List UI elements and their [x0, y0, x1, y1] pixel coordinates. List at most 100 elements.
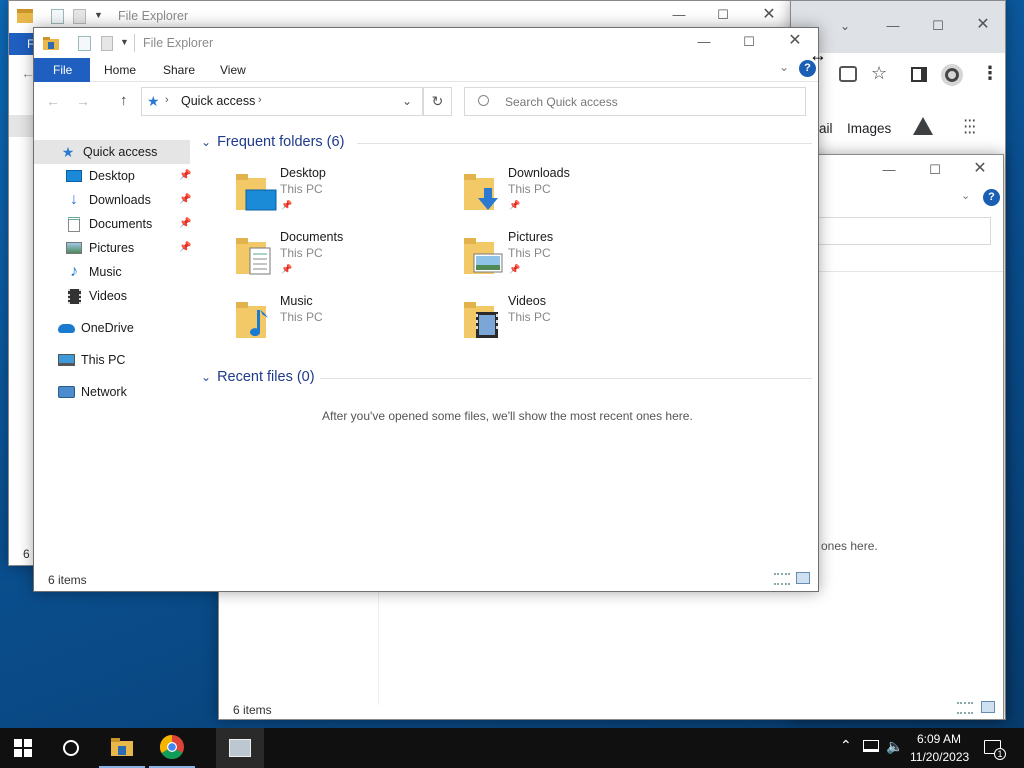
show-hidden-icons-chevron[interactable]: ⌃	[840, 737, 852, 754]
images-link[interactable]: Images	[847, 121, 891, 136]
breadcrumb-separator-icon[interactable]: ›	[165, 94, 169, 106]
help-icon[interactable]: ?	[983, 189, 1000, 206]
sidebar-item-quick-access[interactable]: ★ Quick access	[59, 141, 158, 163]
chevron-down-icon[interactable]: ⌄	[831, 17, 859, 35]
folder-name: Music	[280, 294, 313, 308]
apps-grid-icon[interactable]: ⋅⋅⋅ ⋅⋅⋅ ⋅⋅⋅	[963, 114, 976, 142]
folder-tile-music[interactable]: Music This PC	[234, 294, 454, 352]
folder-tile-documents[interactable]: Documents This PC 📌	[234, 230, 454, 288]
address-history-chevron-icon[interactable]: ⌄	[402, 94, 412, 108]
maximize-button[interactable]: ☐	[709, 6, 737, 24]
maximize-button[interactable]: ☐	[924, 17, 952, 35]
sidebar-item-network[interactable]: Network	[57, 381, 127, 403]
pin-icon[interactable]: 📌	[179, 213, 191, 229]
close-button[interactable]: ✕	[755, 6, 783, 24]
pin-icon[interactable]: 📌	[179, 165, 191, 181]
tab-view[interactable]: View	[210, 58, 256, 82]
minimize-button[interactable]: —	[875, 161, 903, 179]
sidebar-item-this-pc[interactable]: This PC	[57, 349, 125, 371]
large-icons-view-icon[interactable]	[981, 701, 995, 713]
close-button[interactable]: ✕	[969, 16, 997, 34]
main-file-explorer-window[interactable]: ▼ File Explorer — ☐ ✕ File Home Share Vi…	[33, 27, 819, 592]
frequent-folders-header[interactable]: ⌄ Frequent folders (6)	[201, 134, 344, 150]
gmail-link[interactable]: ail	[819, 121, 833, 136]
quick-access-toolbar-chevron-icon[interactable]: ▼	[120, 37, 129, 47]
volume-muted-icon[interactable]: 🔈	[886, 738, 903, 755]
search-button[interactable]	[48, 728, 94, 768]
forward-arrow-icon[interactable]: →	[76, 93, 90, 109]
middle-window-search-box[interactable]	[819, 217, 991, 245]
pin-icon[interactable]: 📌	[281, 264, 292, 275]
up-arrow-icon[interactable]: ↑	[120, 92, 128, 109]
documents-folder-icon	[234, 234, 278, 278]
maximize-button[interactable]: ☐	[921, 161, 949, 179]
taskbar-file-explorer[interactable]	[99, 728, 145, 768]
tab-share[interactable]: Share	[153, 58, 205, 82]
chevron-down-icon[interactable]: ▼	[94, 10, 103, 20]
network-status-icon[interactable]	[863, 740, 879, 752]
sidebar-item-desktop[interactable]: Desktop 📌	[65, 165, 191, 187]
minimize-button[interactable]: —	[690, 33, 718, 51]
share-icon[interactable]	[839, 66, 857, 82]
sidebar-item-label: This PC	[81, 353, 126, 367]
sidebar-item-onedrive[interactable]: OneDrive	[57, 317, 134, 339]
large-icons-view-icon[interactable]	[796, 572, 810, 584]
pin-icon[interactable]: 📌	[509, 200, 520, 211]
ribbon-expand-chevron-icon[interactable]: ⌄	[961, 189, 970, 202]
clock-date[interactable]: 11/20/2023	[910, 750, 969, 764]
divider	[819, 271, 1003, 272]
properties-icon[interactable]	[78, 36, 91, 51]
back-window-file-tab[interactable]: F	[9, 33, 35, 55]
minimize-button[interactable]: —	[879, 17, 907, 35]
sidebar-item-documents[interactable]: Documents 📌	[65, 213, 191, 235]
ribbon-expand-chevron-icon[interactable]: ⌄	[779, 60, 789, 74]
new-folder-icon[interactable]	[101, 36, 113, 51]
taskbar-chrome[interactable]	[149, 728, 195, 768]
profile-avatar-icon[interactable]	[941, 64, 963, 86]
refresh-button[interactable]: ↻	[423, 87, 452, 116]
minimize-button[interactable]: —	[665, 6, 693, 24]
sidebar-item-videos[interactable]: Videos	[65, 285, 127, 307]
breadcrumb-separator-icon[interactable]: ›	[258, 94, 262, 106]
search-icon	[63, 740, 79, 756]
folder-tile-desktop[interactable]: Desktop This PC 📌	[234, 166, 454, 224]
bookmark-star-icon[interactable]: ☆	[871, 63, 887, 84]
folder-name: Videos	[508, 294, 546, 308]
breadcrumb-quick-access[interactable]: Quick access	[181, 94, 255, 108]
labs-flask-icon[interactable]	[913, 117, 933, 135]
side-panel-icon[interactable]	[911, 67, 927, 82]
sidebar-item-label: Downloads	[89, 193, 151, 207]
close-button[interactable]: ✕	[781, 32, 809, 50]
start-button[interactable]	[0, 728, 46, 768]
clock-time[interactable]: 6:09 AM	[917, 732, 961, 746]
sidebar-item-pictures[interactable]: Pictures 📌	[65, 237, 191, 259]
music-folder-icon	[234, 298, 278, 342]
content-pane: ⌄ Frequent folders (6) Desktop This PC 📌…	[192, 130, 818, 570]
tab-home[interactable]: Home	[94, 58, 146, 82]
pin-icon[interactable]: 📌	[281, 200, 292, 211]
sidebar-item-music[interactable]: ♪ Music	[65, 261, 122, 283]
taskbar-app[interactable]	[216, 728, 264, 768]
recent-files-header[interactable]: ⌄ Recent files (0)	[201, 369, 315, 385]
folder-tile-videos[interactable]: Videos This PC	[462, 294, 682, 352]
more-menu-icon[interactable]: ⋮	[981, 63, 999, 84]
search-input[interactable]: Search Quick access	[505, 95, 618, 109]
titlebar[interactable]: ▼ File Explorer — ☐ ✕	[34, 28, 818, 58]
pin-icon[interactable]: 📌	[179, 189, 191, 205]
pin-icon[interactable]: 📌	[509, 264, 520, 275]
onedrive-cloud-icon	[57, 319, 75, 337]
tab-file[interactable]: File	[34, 58, 90, 82]
details-view-icon[interactable]	[774, 573, 790, 585]
close-button[interactable]: ✕	[966, 160, 994, 178]
search-box[interactable]: Search Quick access	[464, 87, 806, 116]
sidebar-item-label: Desktop	[89, 169, 135, 183]
back-window-selected-nav	[9, 115, 35, 137]
folder-tile-pictures[interactable]: Pictures This PC 📌	[462, 230, 682, 288]
sidebar-item-downloads[interactable]: ↓ Downloads 📌	[65, 189, 191, 211]
pin-icon[interactable]: 📌	[179, 237, 191, 253]
address-bar[interactable]: ★ › Quick access › ⌄	[141, 87, 423, 116]
folder-tile-downloads[interactable]: Downloads This PC 📌	[462, 166, 682, 224]
details-view-icon[interactable]	[957, 702, 973, 714]
back-arrow-icon[interactable]: ←	[46, 93, 60, 109]
maximize-button[interactable]: ☐	[735, 33, 763, 51]
